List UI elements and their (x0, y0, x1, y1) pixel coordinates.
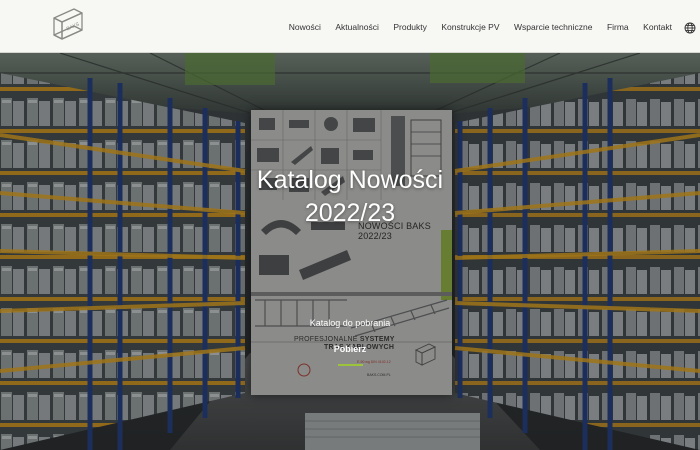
hero-title-line2: 2022/23 (304, 199, 396, 227)
download-button[interactable]: Pobierz (320, 344, 380, 354)
nav-item-kontakt[interactable]: Kontakt (643, 22, 672, 32)
logo-text: BAKS (66, 21, 81, 32)
nav-item-nowosci[interactable]: Nowości (289, 22, 321, 32)
site-header: BAKS Nowości Aktualności Produkty Konstr… (0, 0, 700, 53)
nav-item-aktualnosci[interactable]: Aktualności (335, 22, 378, 32)
hero-banner: NOWOŚCI BAKS 2022/23 PROFESJONALNE SYSTE… (0, 53, 700, 450)
nav-item-konstrukcje-pv[interactable]: Konstrukcje PV (441, 22, 499, 32)
hero-title: Katalog Nowości 2022/23 (200, 164, 500, 230)
nav-item-firma[interactable]: Firma (607, 22, 629, 32)
download-button-underline (338, 364, 363, 366)
nav-item-wsparcie-techniczne[interactable]: Wsparcie techniczne (514, 22, 592, 32)
hero-title-line1: Katalog Nowości (256, 166, 444, 194)
main-nav: Nowości Aktualności Produkty Konstrukcje… (289, 0, 672, 53)
baks-logo-icon[interactable]: BAKS (50, 5, 86, 47)
hero-subtitle: Katalog do pobrania (309, 318, 391, 328)
nav-item-produkty[interactable]: Produkty (393, 22, 427, 32)
globe-icon[interactable] (684, 21, 696, 34)
